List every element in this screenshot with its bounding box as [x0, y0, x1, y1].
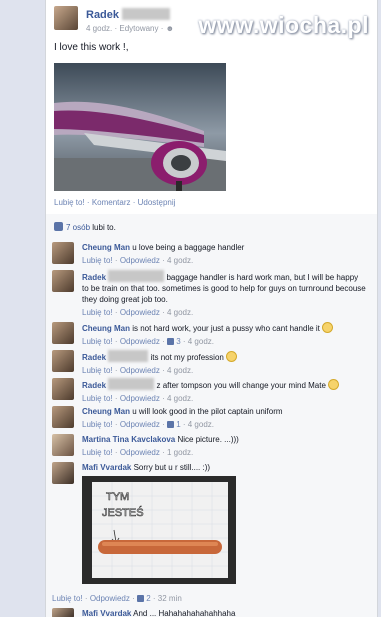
comment-text: u love being a baggage handler	[132, 243, 245, 252]
comment: Radek z after tompson you will change yo…	[52, 378, 367, 404]
comment: Cheung Man u love being a baggage handle…	[52, 242, 367, 268]
post-actions: Lubię to! · Komentarz · Udostępnij	[54, 198, 176, 207]
comment-time[interactable]: 4 godz.	[188, 337, 214, 346]
post-author[interactable]: Radek	[86, 8, 171, 21]
post-photo[interactable]	[54, 63, 226, 191]
commenter-avatar[interactable]	[52, 434, 74, 456]
comment-time[interactable]: 4 godz.	[188, 420, 214, 429]
commenter-name[interactable]: Cheung Man	[82, 324, 130, 333]
commenter-name[interactable]: Cheung Man	[82, 407, 130, 416]
comment-like-link[interactable]: Lubię to!	[82, 394, 113, 403]
commenter-avatar[interactable]	[52, 350, 74, 372]
comment-like-count[interactable]: 2	[146, 594, 150, 603]
note-line1: TYM	[106, 491, 129, 503]
comment-reply-link[interactable]: Odpowiedz	[120, 366, 160, 375]
comment-reply-link[interactable]: Odpowiedz	[120, 420, 160, 429]
comment-reply-link[interactable]: Odpowiedz	[120, 256, 160, 265]
comment-like-link[interactable]: Lubię to!	[82, 337, 113, 346]
sausage-photo: TYM JESTEŚ	[82, 476, 236, 584]
smiley-emoticon-icon	[322, 322, 334, 333]
like-thumb-icon	[54, 222, 63, 231]
post-text: I love this work !,	[54, 42, 129, 53]
comment: Radek its not my profession Lubię to! · …	[52, 350, 367, 376]
comment-text: Nice picture. ...)))	[177, 435, 239, 444]
comment-reply-link[interactable]: Odpowiedz	[120, 308, 160, 317]
post-edited[interactable]: Edytowany	[119, 24, 158, 33]
commenter-name[interactable]: Radek	[82, 273, 106, 282]
like-thumb-icon	[136, 595, 144, 602]
redacted-surname	[108, 270, 165, 282]
comment-like-count[interactable]: 3	[176, 337, 180, 346]
comment-text: And ... Hahahahahahahhaha	[133, 609, 236, 617]
redacted-surname	[122, 8, 171, 20]
comment-time[interactable]: 1 godz.	[167, 448, 193, 457]
comment-text: u will look good in the pilot captain un…	[132, 407, 283, 416]
comment-like-link[interactable]: Lubię to!	[82, 448, 113, 457]
commenter-avatar[interactable]	[52, 406, 74, 428]
likes-text: 7 osób lubi to.	[66, 223, 116, 232]
comment-like-count[interactable]: 1	[176, 420, 180, 429]
share-link[interactable]: Udostępnij	[138, 198, 176, 207]
likes-summary: 7 osób lubi to.	[46, 214, 377, 238]
comment-like-link[interactable]: Lubię to!	[52, 594, 83, 603]
smiley-emoticon-icon	[328, 379, 340, 390]
likes-count[interactable]: 7 osób	[66, 223, 90, 232]
comment: Cheung Man is not hard work, your just a…	[52, 322, 367, 348]
commenter-name[interactable]: Radek	[82, 381, 106, 390]
comment-time[interactable]: 4 godz.	[167, 366, 193, 375]
comment-time[interactable]: 4 godz.	[167, 308, 193, 317]
comment: Mafi Vvardak Sorry but u r still.... :))	[52, 462, 367, 603]
note-line2: JESTEŚ	[102, 506, 144, 519]
comments-list: Cheung Man u love being a baggage handle…	[46, 238, 377, 617]
commenter-avatar[interactable]	[52, 242, 74, 264]
commenter-name[interactable]: Mafi Vvardak	[82, 609, 131, 617]
commenter-name[interactable]: Martina Tina Kavclakova	[82, 435, 175, 444]
commenter-avatar[interactable]	[52, 322, 74, 344]
post-card: www.wiocha.pl Radek 4 godz. · Edytowany …	[45, 0, 378, 617]
audience-icon[interactable]: ☻	[166, 24, 174, 33]
post-meta: 4 godz. · Edytowany · ☻	[86, 24, 175, 33]
commenter-name[interactable]: Cheung Man	[82, 243, 130, 252]
comment-reply-link[interactable]: Odpowiedz	[120, 394, 160, 403]
comment-text: z after tompson you will change your min…	[156, 381, 326, 390]
commenter-name[interactable]: Radek	[82, 353, 106, 362]
comment-link[interactable]: Komentarz	[92, 198, 131, 207]
comment-photo[interactable]: TYM JESTEŚ	[82, 476, 236, 584]
post-author-name[interactable]: Radek	[86, 9, 119, 21]
likes-suffix: lubi to.	[92, 223, 116, 232]
comment-like-link[interactable]: Lubię to!	[82, 256, 113, 265]
comment-time[interactable]: 4 godz.	[167, 394, 193, 403]
comment: Cheung Man u will look good in the pilot…	[52, 406, 367, 432]
commenter-avatar[interactable]	[52, 462, 74, 484]
commenter-avatar[interactable]	[52, 378, 74, 400]
comment-like-link[interactable]: Lubię to!	[82, 366, 113, 375]
comment: Radek baggage handler is hard work man, …	[52, 270, 367, 320]
comment-time[interactable]: 4 godz.	[167, 256, 193, 265]
comment-reply-link[interactable]: Odpowiedz	[120, 448, 160, 457]
author-avatar[interactable]	[54, 6, 78, 30]
redacted-surname	[108, 378, 155, 390]
smiley-emoticon-icon	[226, 351, 238, 362]
airplane-photo	[54, 63, 226, 191]
comment-reply-link[interactable]: Odpowiedz	[90, 594, 130, 603]
comment-text: its not my profession	[150, 353, 224, 362]
comment-text: is not hard work, your just a pussy who …	[132, 324, 320, 333]
like-link[interactable]: Lubię to!	[54, 198, 85, 207]
comment: Mafi Vvardak And ... Hahahahahahahhaha	[52, 608, 367, 617]
comment-like-link[interactable]: Lubię to!	[82, 308, 113, 317]
commenter-avatar[interactable]	[52, 608, 74, 617]
redacted-surname	[108, 350, 149, 362]
commenter-name[interactable]: Mafi Vvardak	[82, 463, 131, 472]
comment-like-link[interactable]: Lubię to!	[82, 420, 113, 429]
comment-text: Sorry but u r still.... :))	[133, 463, 211, 472]
commenter-avatar[interactable]	[52, 270, 74, 292]
comment-reply-link[interactable]: Odpowiedz	[120, 337, 160, 346]
comment: Martina Tina Kavclakova Nice picture. ..…	[52, 434, 367, 460]
post-time[interactable]: 4 godz.	[86, 24, 112, 33]
comment-time[interactable]: 32 min	[158, 594, 182, 603]
watermark: www.wiocha.pl	[198, 12, 369, 38]
like-thumb-icon	[166, 338, 174, 345]
like-thumb-icon	[166, 421, 174, 428]
